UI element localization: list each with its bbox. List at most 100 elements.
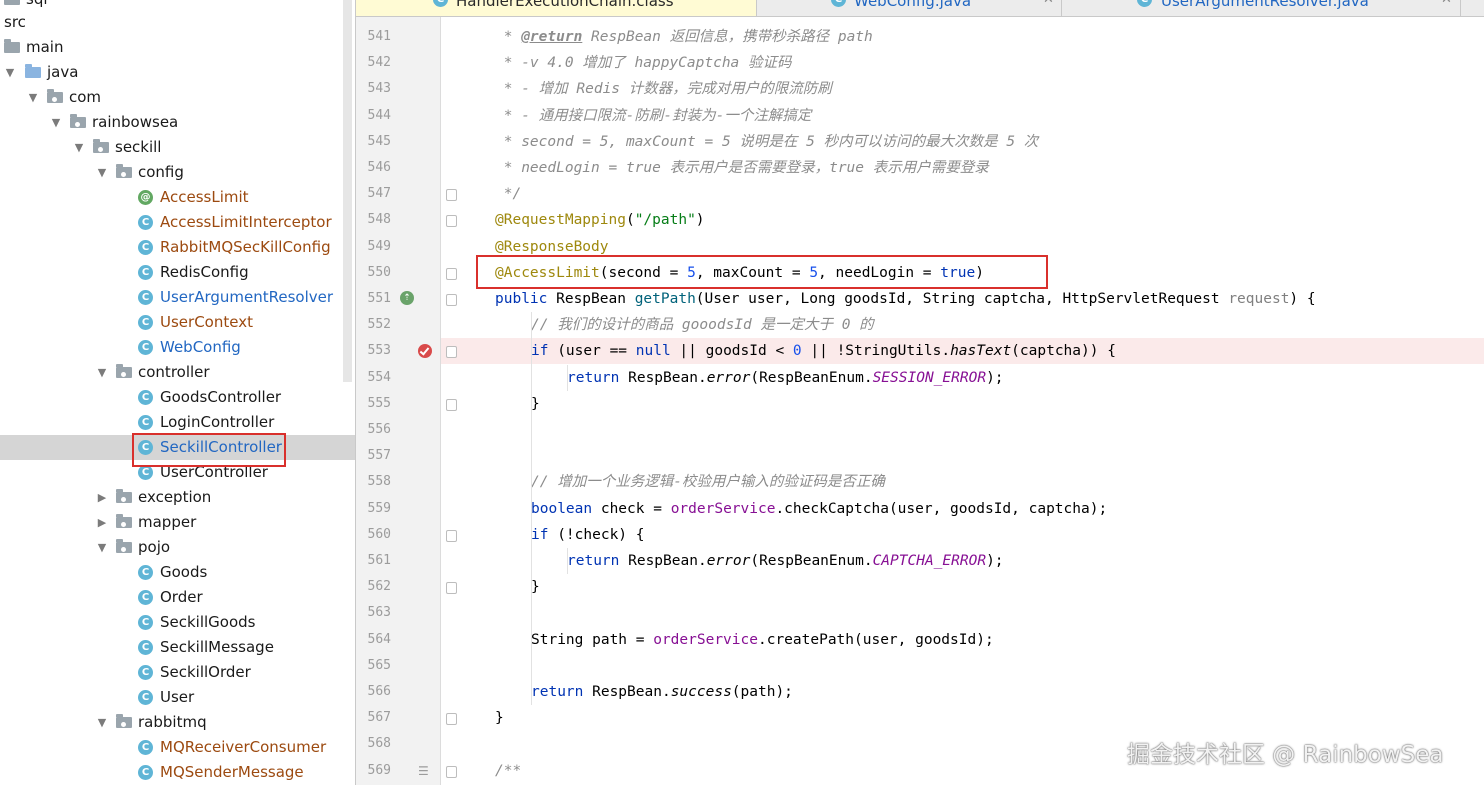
fold-marker-icon[interactable]: [446, 189, 457, 202]
tree-item-goods[interactable]: C Goods: [0, 560, 355, 585]
code-line[interactable]: [441, 653, 1484, 679]
code-line[interactable]: }: [441, 574, 1484, 600]
code-line[interactable]: */: [441, 181, 1484, 207]
fold-marker-icon[interactable]: [446, 765, 457, 778]
tree-item-seckillgoods[interactable]: C SeckillGoods: [0, 610, 355, 635]
line-number[interactable]: 567: [356, 705, 391, 731]
line-number[interactable]: 556: [356, 417, 391, 443]
code-line[interactable]: * - 通用接口限流-防刷-封装为-一个注解搞定: [441, 103, 1484, 129]
line-number[interactable]: 554: [356, 365, 391, 391]
code-line[interactable]: // 我们的设计的商品 gooodsId 是一定大于 0 的: [441, 312, 1484, 338]
tree-item-java[interactable]: ▼ java: [0, 60, 355, 85]
expand-arrow-icon[interactable]: ▼: [27, 85, 39, 110]
code-line[interactable]: * needLogin = true 表示用户是否需要登录，true 表示用户需…: [441, 155, 1484, 181]
tree-item-userargumentresolver[interactable]: C UserArgumentResolver: [0, 285, 355, 310]
tree-item-mqsendermessage[interactable]: C MQSenderMessage: [0, 760, 355, 785]
tree-item-controller[interactable]: ▼ controller: [0, 360, 355, 385]
line-number[interactable]: 560: [356, 522, 391, 548]
tree-item-logincontroller[interactable]: C LoginController: [0, 410, 355, 435]
tree-item-rainbowsea[interactable]: ▼ rainbowsea: [0, 110, 355, 135]
tree-item-exception[interactable]: ▶ exception: [0, 485, 355, 510]
fold-marker-icon[interactable]: [446, 346, 457, 359]
tree-scrollbar[interactable]: [343, 0, 352, 382]
code-line[interactable]: String path = orderService.createPath(us…: [441, 627, 1484, 653]
fold-marker-icon[interactable]: [446, 398, 457, 411]
code-line[interactable]: if (!check) {: [441, 522, 1484, 548]
tab-handlerexecutionchain[interactable]: C HandlerExecutionChain.class: [356, 0, 757, 16]
tree-item-order[interactable]: C Order: [0, 585, 355, 610]
line-number[interactable]: 553: [356, 338, 391, 364]
line-number[interactable]: 562: [356, 574, 391, 600]
line-number[interactable]: 544: [356, 103, 391, 129]
code-line[interactable]: if (user == null || goodsId < 0 || !Stri…: [441, 338, 1484, 365]
collapse-arrow-icon[interactable]: ▶: [96, 510, 108, 535]
breakpoint-icon[interactable]: [418, 344, 432, 358]
line-number[interactable]: 558: [356, 469, 391, 495]
line-number[interactable]: 563: [356, 600, 391, 626]
line-number[interactable]: 548: [356, 207, 391, 233]
line-number[interactable]: 557: [356, 443, 391, 469]
tree-item-seckillmessage[interactable]: C SeckillMessage: [0, 635, 355, 660]
tree-item-pojo[interactable]: ▼ pojo: [0, 535, 355, 560]
structure-icon[interactable]: ☰: [418, 765, 432, 777]
tree-item-accesslimit[interactable]: @ AccessLimit: [0, 185, 355, 210]
tree-item-accesslimitinterceptor[interactable]: C AccessLimitInterceptor: [0, 210, 355, 235]
code-line[interactable]: * - 增加 Redis 计数器，完成对用户的限流防刷: [441, 76, 1484, 102]
fold-marker-icon[interactable]: [446, 713, 457, 726]
line-number[interactable]: 569: [356, 758, 391, 784]
code-line[interactable]: }: [441, 705, 1484, 731]
fold-marker-icon[interactable]: [446, 529, 457, 542]
code-line[interactable]: return RespBean.success(path);: [441, 679, 1484, 705]
line-number[interactable]: 546: [356, 155, 391, 181]
line-number[interactable]: 568: [356, 731, 391, 757]
tree-item-goodscontroller[interactable]: C GoodsController: [0, 385, 355, 410]
line-number[interactable]: 549: [356, 234, 391, 260]
expand-arrow-icon[interactable]: ▼: [96, 160, 108, 185]
tree-item-config[interactable]: ▼ config: [0, 160, 355, 185]
tree-item-rabbitmqseckillconfig[interactable]: C RabbitMQSecKillConfig: [0, 235, 355, 260]
line-number[interactable]: 559: [356, 496, 391, 522]
code-line[interactable]: public RespBean getPath(User user, Long …: [441, 286, 1484, 312]
tree-item-com[interactable]: ▼ com: [0, 85, 355, 110]
line-number[interactable]: 550: [356, 260, 391, 286]
tree-item-main[interactable]: main: [0, 35, 355, 60]
code-line[interactable]: * @return RespBean 返回信息，携带秒杀路径 path: [441, 24, 1484, 50]
tree-item-src[interactable]: src: [0, 10, 355, 35]
line-number[interactable]: 541: [356, 24, 391, 50]
tree-item-redisconfig[interactable]: C RedisConfig: [0, 260, 355, 285]
code-line[interactable]: // 增加一个业务逻辑-校验用户输入的验证码是否正确: [441, 469, 1484, 495]
expand-arrow-icon[interactable]: ▼: [96, 360, 108, 385]
code-line[interactable]: @RequestMapping("/path"): [441, 207, 1484, 233]
collapse-arrow-icon[interactable]: ▶: [96, 485, 108, 510]
line-number[interactable]: 551: [356, 286, 391, 312]
expand-arrow-icon[interactable]: ▼: [96, 535, 108, 560]
code-line[interactable]: boolean check = orderService.checkCaptch…: [441, 496, 1484, 522]
tree-item-seckillorder[interactable]: C SeckillOrder: [0, 660, 355, 685]
tab-userargumentresolver[interactable]: C UserArgumentResolver.java ✕: [1061, 0, 1461, 16]
expand-arrow-icon[interactable]: ▼: [73, 135, 85, 160]
code-line[interactable]: * second = 5, maxCount = 5 说明是在 5 秒内可以访问…: [441, 129, 1484, 155]
line-number[interactable]: 545: [356, 129, 391, 155]
tree-item-user[interactable]: C User: [0, 685, 355, 710]
line-number[interactable]: 543: [356, 76, 391, 102]
line-number[interactable]: 561: [356, 548, 391, 574]
close-icon[interactable]: ✕: [1441, 0, 1452, 7]
code-line[interactable]: * -v 4.0 增加了 happyCaptcha 验证码: [441, 50, 1484, 76]
tree-item-seckill[interactable]: ▼ seckill: [0, 135, 355, 160]
code-line[interactable]: [441, 417, 1484, 443]
code-line[interactable]: [441, 600, 1484, 626]
tree-item-mapper[interactable]: ▶ mapper: [0, 510, 355, 535]
close-icon[interactable]: ✕: [1043, 0, 1054, 7]
project-tree[interactable]: sqlsrcmain▼java▼com▼rainbowsea▼seckill▼c…: [0, 0, 355, 785]
fold-marker-icon[interactable]: [446, 294, 457, 306]
fold-marker-icon[interactable]: [446, 215, 457, 228]
code-line[interactable]: [441, 443, 1484, 469]
tree-item-usercontext[interactable]: C UserContext: [0, 310, 355, 335]
code-line[interactable]: return RespBean.error(RespBeanEnum.SESSI…: [441, 365, 1484, 391]
tree-item-webconfig[interactable]: C WebConfig: [0, 335, 355, 360]
expand-arrow-icon[interactable]: ▼: [50, 110, 62, 135]
code-line[interactable]: return RespBean.error(RespBeanEnum.CAPTC…: [441, 548, 1484, 574]
expand-arrow-icon[interactable]: ▼: [96, 710, 108, 735]
line-number[interactable]: 566: [356, 679, 391, 705]
line-number[interactable]: 565: [356, 653, 391, 679]
